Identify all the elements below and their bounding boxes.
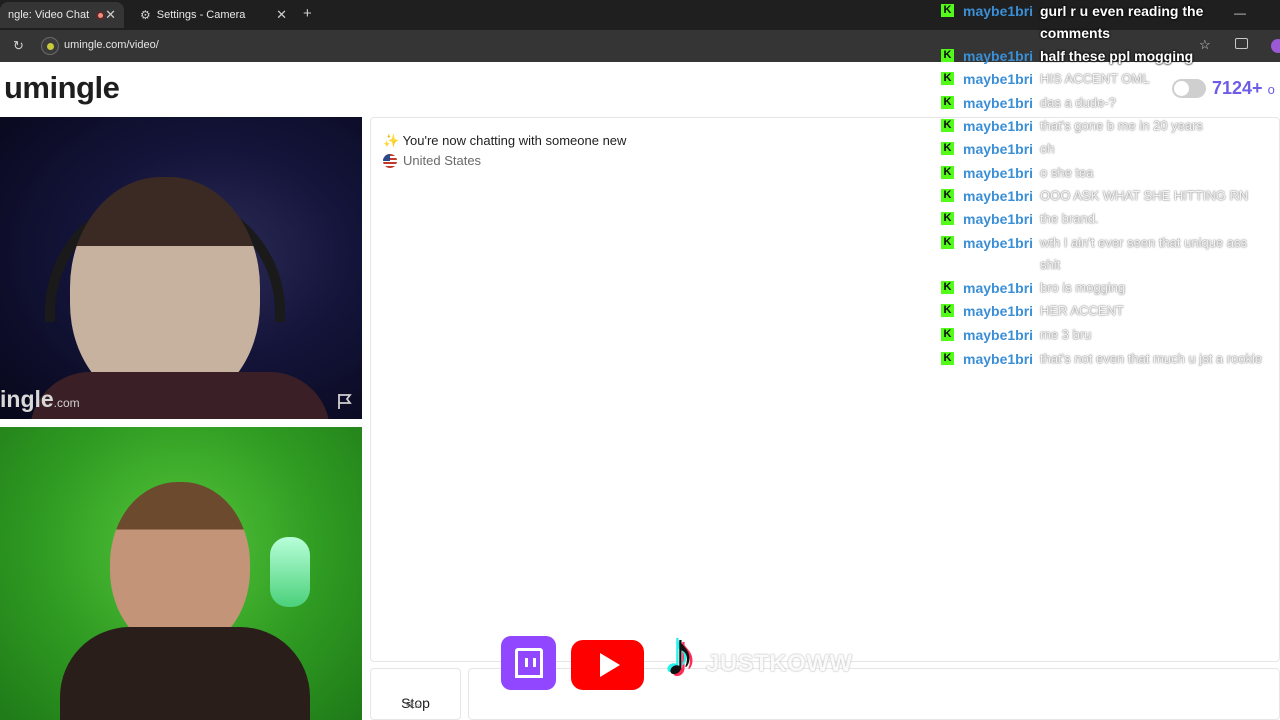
local-person-body — [60, 627, 310, 720]
kick-badge-icon: K — [941, 328, 954, 341]
tab-label: Settings - Camera — [156, 9, 246, 21]
system-message: ✨ You're now chatting with someone new — [383, 133, 627, 148]
tab-umingle[interactable]: ngle: Video Chat with S ✕ — [0, 2, 124, 28]
watermark-text: ingle — [0, 386, 54, 412]
kick-badge-icon: K — [941, 72, 954, 85]
creator-handle: JUSTKOWW — [706, 650, 853, 677]
microphone — [270, 537, 310, 607]
kick-badge-icon: K — [941, 189, 954, 202]
play-icon — [599, 653, 620, 677]
chat-text: o she tea — [1040, 165, 1094, 180]
us-flag-icon — [383, 153, 397, 168]
twitch-icon — [514, 648, 543, 678]
reload-icon[interactable]: ↻ — [13, 38, 24, 54]
close-icon[interactable]: ✕ — [276, 7, 287, 23]
tab-settings-camera[interactable]: ⚙ Settings - Camera ✕ — [132, 2, 295, 28]
youtube-logo — [571, 640, 644, 690]
chat-username: maybe1bri — [963, 3, 1034, 19]
kick-badge-icon: K — [941, 236, 954, 249]
stop-button[interactable]: Stop — [370, 668, 461, 720]
kick-badge-icon: K — [941, 49, 954, 62]
chat-username: maybe1bri — [963, 71, 1034, 87]
new-tab-button[interactable]: + — [303, 5, 312, 22]
local-video — [0, 427, 362, 720]
chat-text: half these ppl mogging — [1040, 48, 1194, 64]
close-icon[interactable]: ✕ — [105, 7, 116, 23]
chat-username: maybe1bri — [963, 351, 1034, 367]
tiktok-logo: ♪ — [664, 620, 696, 689]
chat-text: HER ACCENT — [1040, 303, 1124, 318]
kick-badge-icon: K — [941, 352, 954, 365]
chat-text: the brand. — [1040, 211, 1099, 226]
watermark-suffix: .com — [53, 396, 80, 410]
kick-badge-icon: K — [941, 119, 954, 132]
kick-badge-icon: K — [941, 4, 954, 17]
twitch-logo — [501, 636, 556, 690]
profile-avatar[interactable] — [1271, 39, 1280, 53]
chat-text: oh — [1040, 141, 1055, 156]
chat-username: maybe1bri — [963, 327, 1034, 343]
watermark: ingle.com — [0, 386, 80, 413]
site-info-icon[interactable] — [41, 37, 59, 55]
chat-text: bro is mogging — [1040, 280, 1126, 295]
cursor-icon: ↖ — [405, 698, 416, 712]
partner-country: United States — [383, 153, 481, 168]
url-field[interactable]: umingle.com/video/ — [64, 39, 159, 51]
kick-badge-icon: K — [941, 142, 954, 155]
chat-text: me 3 bru — [1040, 327, 1092, 342]
recording-icon — [96, 10, 105, 20]
chat-username: maybe1bri — [963, 280, 1034, 296]
chat-username: maybe1bri — [963, 118, 1034, 134]
chat-text: that's gone b me in 20 years — [1040, 118, 1203, 133]
kick-badge-icon: K — [941, 304, 954, 317]
chat-username: maybe1bri — [963, 165, 1034, 181]
chat-username: maybe1bri — [963, 95, 1034, 111]
chat-username: maybe1bri — [963, 303, 1034, 319]
tab-label: ngle: Video Chat with S — [8, 9, 90, 21]
kick-badge-icon: K — [941, 166, 954, 179]
chat-text: gurl r u even reading the comments — [1040, 3, 1204, 41]
kick-badge-icon: K — [941, 281, 954, 294]
chat-text: that's not even that much u jst a rookie — [1040, 351, 1263, 366]
country-label: United States — [403, 153, 482, 168]
kick-badge-icon: K — [941, 212, 954, 225]
kick-badge-icon: K — [941, 96, 954, 109]
chat-username: maybe1bri — [963, 141, 1034, 157]
chat-username: maybe1bri — [963, 211, 1034, 227]
chat-username: maybe1bri — [963, 48, 1034, 64]
chat-text: HIS ACCENT OML — [1040, 71, 1150, 86]
report-flag-icon[interactable] — [336, 392, 354, 410]
site-logo[interactable]: umingle — [4, 70, 120, 106]
chat-username: maybe1bri — [963, 235, 1034, 251]
chat-username: maybe1bri — [963, 188, 1034, 204]
chat-text: wth I ain't ever seen that unique ass sh… — [1040, 235, 1247, 272]
gear-icon: ⚙ — [140, 8, 151, 22]
remote-video: ingle.com — [0, 117, 362, 419]
chat-text: das a dude-? — [1040, 95, 1116, 110]
chat-text: OOO ASK WHAT SHE HITTING RN — [1040, 188, 1249, 203]
